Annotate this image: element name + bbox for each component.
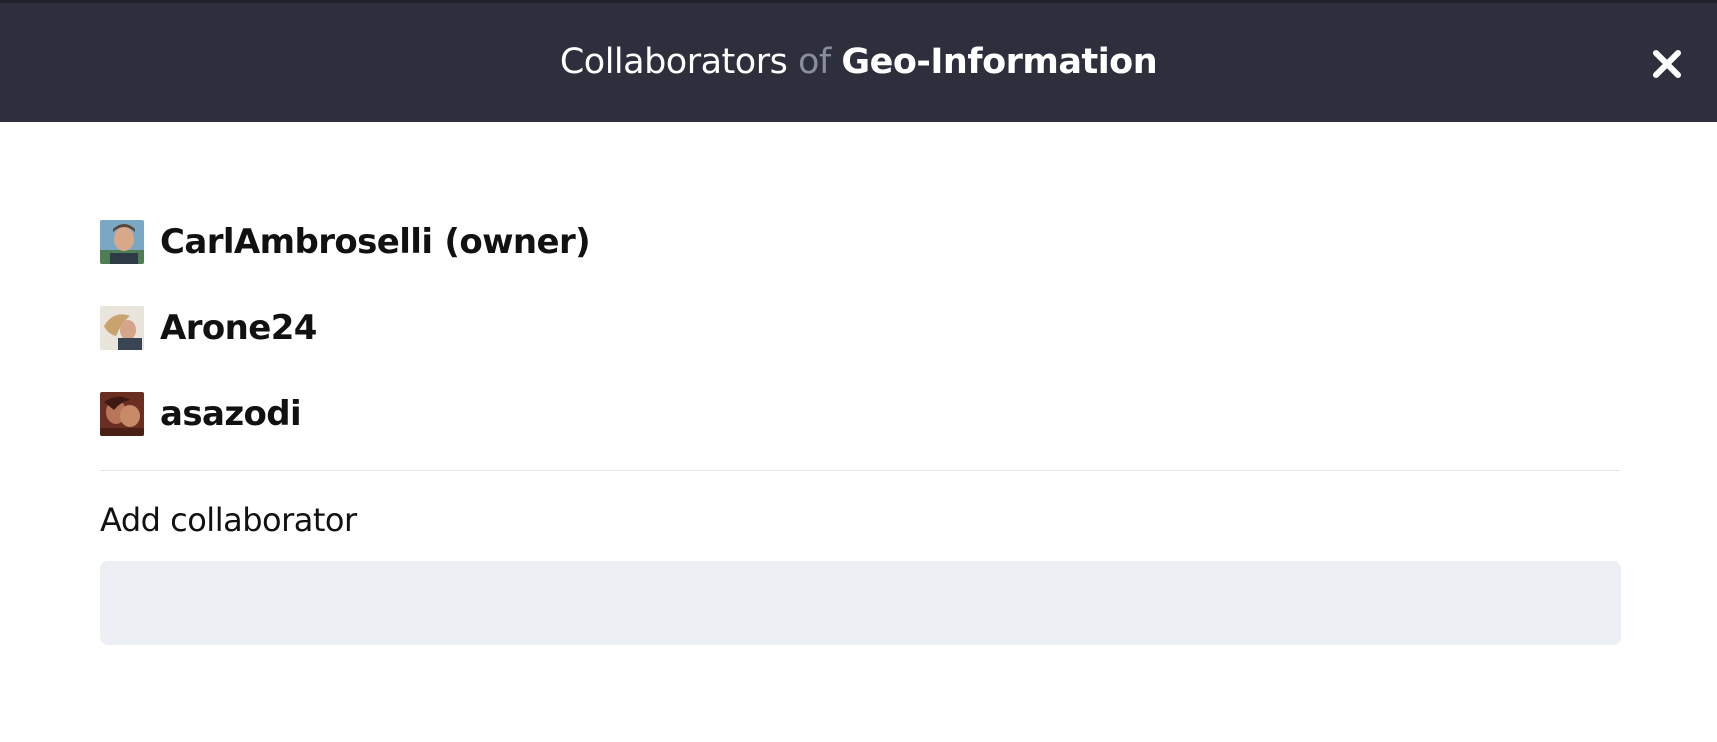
close-button[interactable] — [1651, 48, 1683, 80]
collaborator-name: CarlAmbroselli — [160, 222, 433, 262]
collaborator-name: Arone24 — [160, 308, 317, 348]
divider — [100, 470, 1620, 471]
avatar — [100, 392, 144, 436]
collaborator-item: Arone24 — [100, 306, 1622, 350]
title-prefix: Collaborators — [559, 42, 788, 82]
collaborator-name: asazodi — [160, 394, 302, 434]
collaborators-modal: Collaborators of Geo-Information CarlAmb… — [0, 0, 1717, 742]
collaborator-list: CarlAmbroselli (owner) Arone24 asazodi — [100, 220, 1622, 436]
title-of: of — [797, 42, 831, 82]
owner-tag: (owner) — [444, 222, 591, 262]
close-icon — [1653, 50, 1681, 78]
avatar — [100, 220, 144, 264]
modal-body: CarlAmbroselli (owner) Arone24 asazodi A… — [100, 122, 1622, 646]
collaborator-item: CarlAmbroselli (owner) — [100, 220, 1622, 264]
modal-title: Collaborators of Geo-Information — [559, 42, 1158, 82]
avatar-photo-woman — [100, 306, 144, 350]
collaborator-item: asazodi — [100, 392, 1622, 436]
project-name: Geo-Information — [841, 42, 1158, 82]
modal-header: Collaborators of Geo-Information — [0, 0, 1717, 122]
add-collaborator-label: Add collaborator — [100, 501, 357, 539]
add-collaborator-input[interactable] — [100, 561, 1621, 646]
avatar-photo-man — [100, 220, 144, 264]
avatar — [100, 306, 144, 350]
avatar-photo-couple — [100, 392, 144, 436]
